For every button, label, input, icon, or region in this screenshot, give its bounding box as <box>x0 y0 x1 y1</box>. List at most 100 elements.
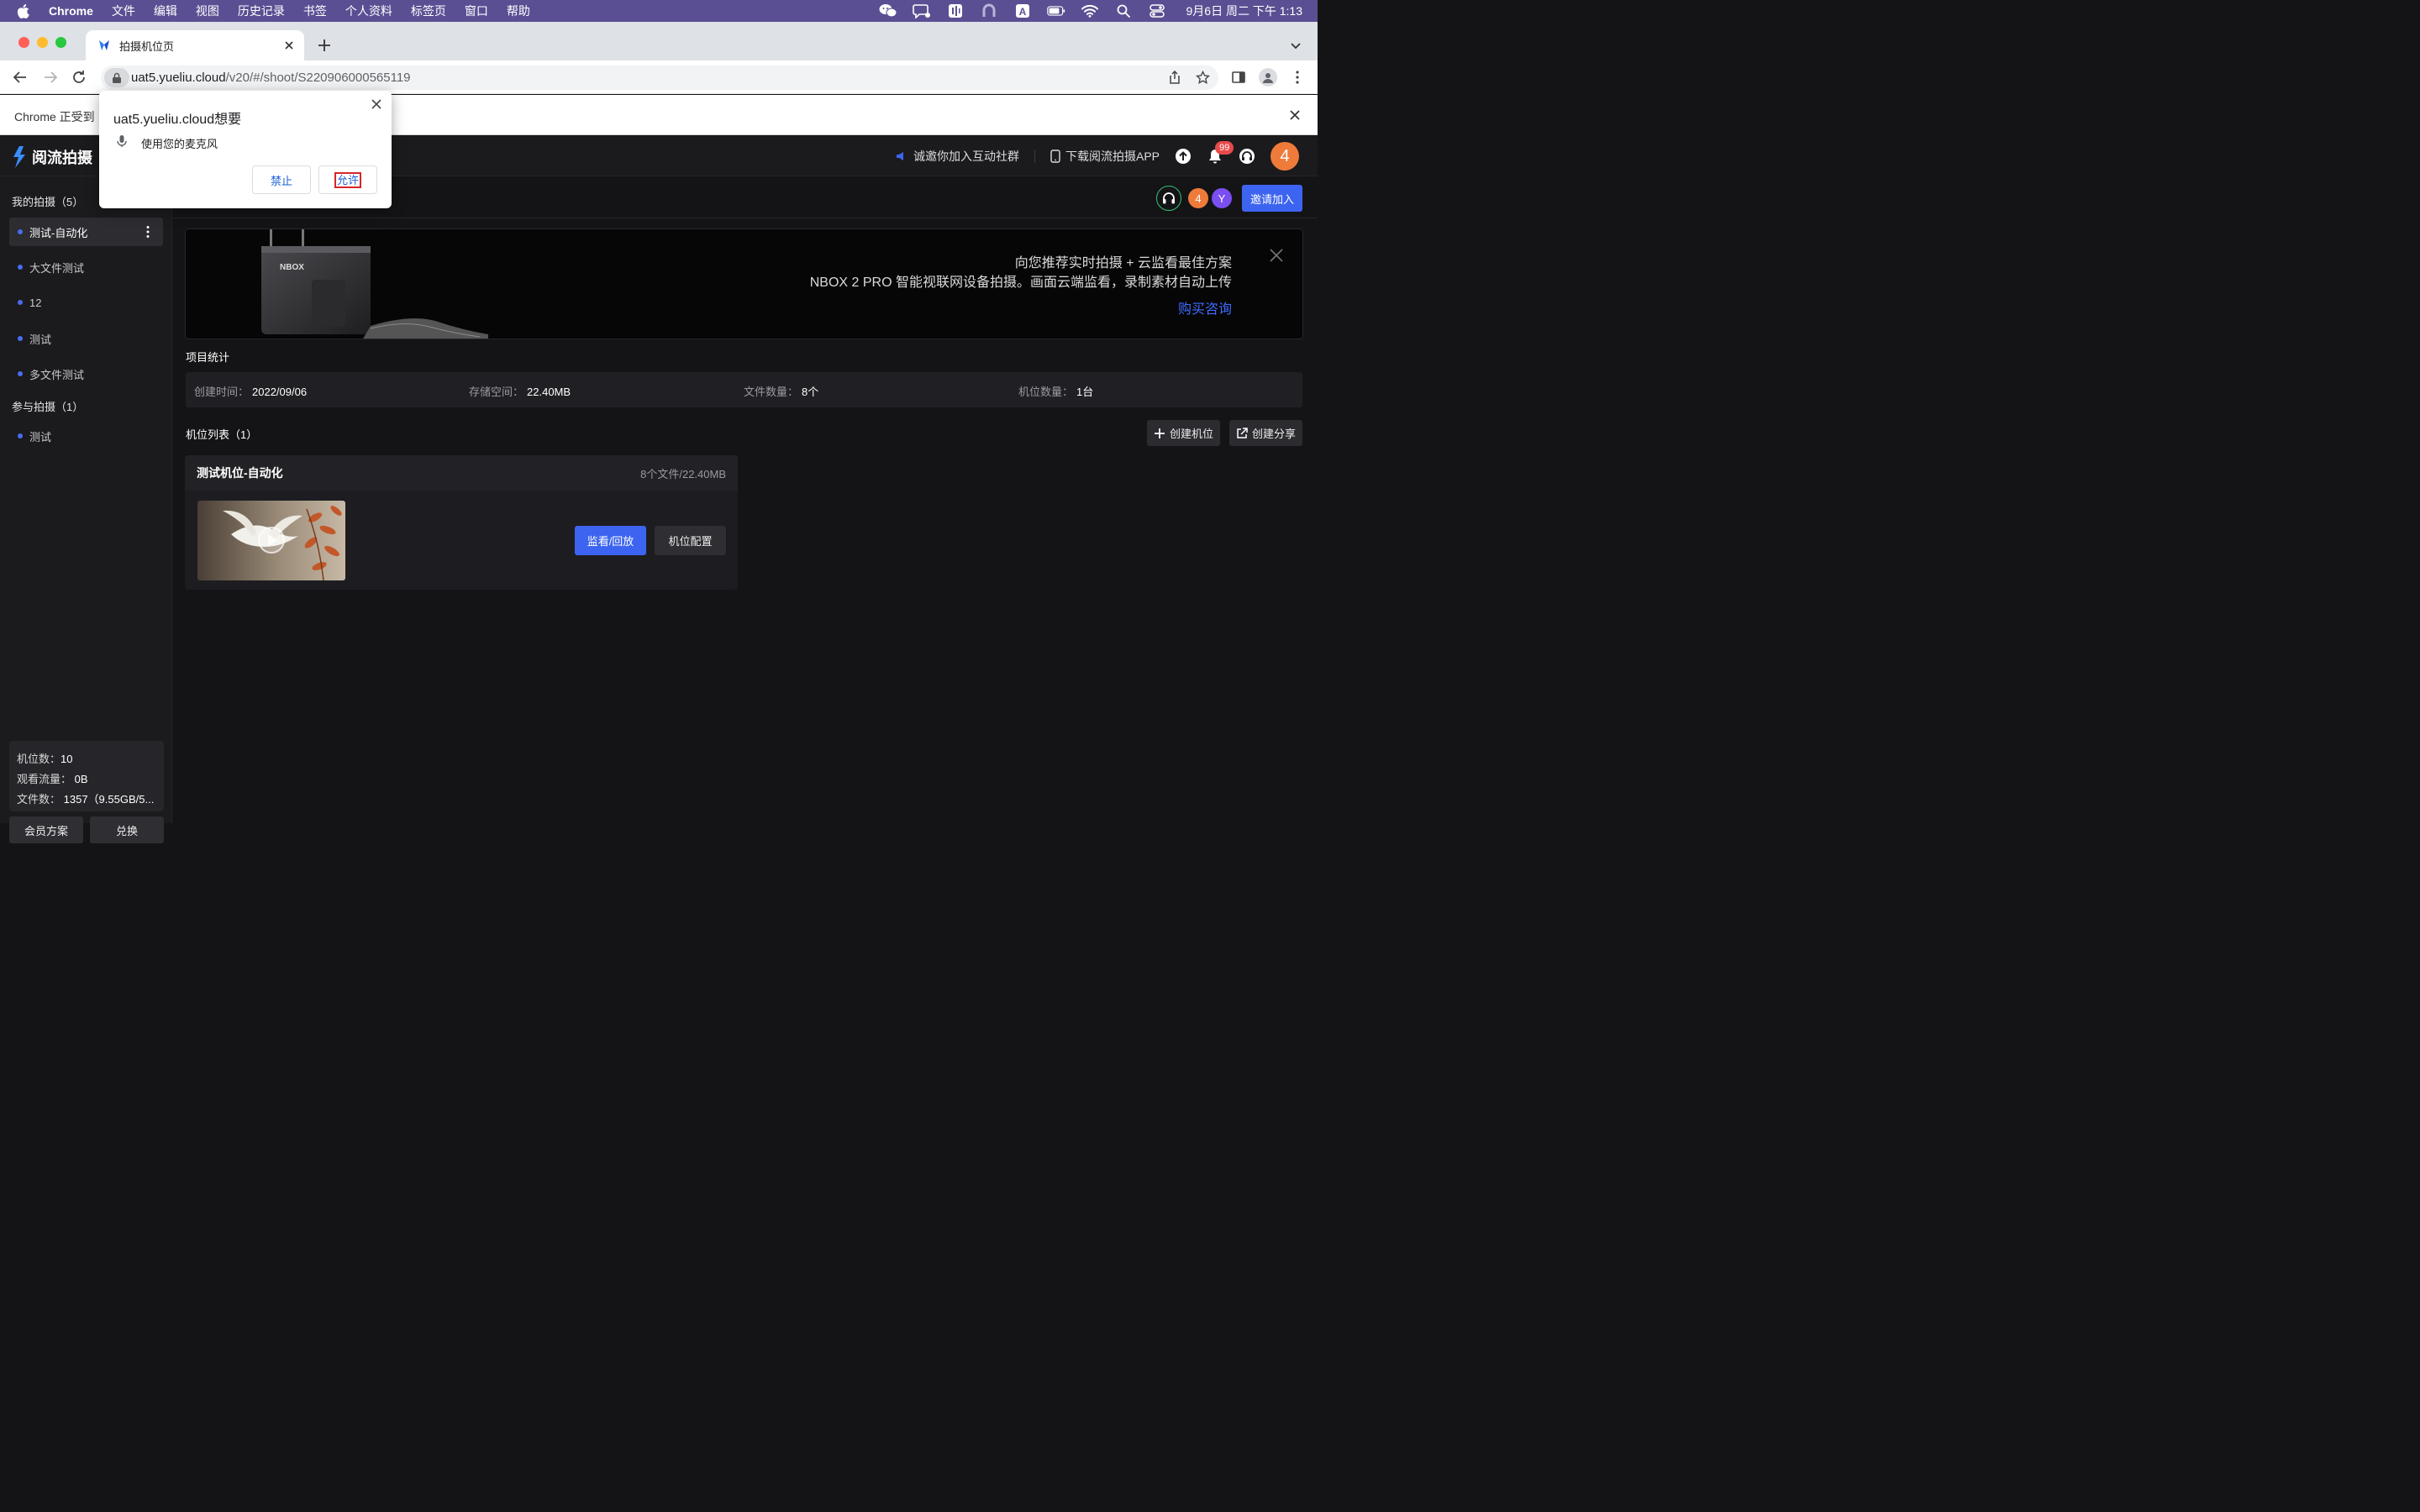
wifi-icon[interactable] <box>1081 3 1099 18</box>
menubar-clock[interactable]: 9月6日 周二 下午 1:13 <box>1186 3 1303 19</box>
buy-consult-link[interactable]: 购买咨询 <box>1178 297 1232 318</box>
window-controls <box>18 37 66 48</box>
share-icon[interactable] <box>1168 71 1181 84</box>
community-promo-link[interactable]: 诚邀你加入互动社群 <box>895 148 1019 165</box>
item-dot <box>18 300 23 305</box>
back-arrow-icon[interactable] <box>12 69 29 86</box>
create-share-button[interactable]: 创建分享 <box>1229 420 1303 446</box>
url-host: uat5.yueliu.cloud <box>131 71 226 85</box>
url-text[interactable]: uat5.yueliu.cloud/v20/#/shoot/S220906000… <box>131 71 411 85</box>
control-center-icon[interactable] <box>1148 3 1166 18</box>
files-stat: 文件数量： 8个 <box>744 383 818 399</box>
menu-profiles[interactable]: 个人资料 <box>345 3 392 19</box>
battery-icon[interactable] <box>1046 3 1065 18</box>
wechat-icon[interactable] <box>879 3 897 18</box>
tab-title: 拍摄机位页 <box>119 39 175 53</box>
monitor-playback-button[interactable]: 监看/回放 <box>575 526 646 555</box>
arc-app-icon[interactable] <box>980 3 998 18</box>
menu-app-name[interactable]: Chrome <box>49 4 93 18</box>
create-camera-label: 创建机位 <box>1170 428 1214 440</box>
cam-count-label: 机位数： <box>17 753 61 765</box>
chat-bubble-icon[interactable] <box>912 3 931 18</box>
more-vertical-icon[interactable] <box>141 225 155 239</box>
audio-app-icon[interactable] <box>946 3 965 18</box>
more-menu-icon[interactable] <box>1289 69 1306 86</box>
microphone-icon <box>116 134 128 148</box>
apple-icon[interactable] <box>17 3 32 18</box>
sidebar-item-multi-file-test[interactable]: 多文件测试 <box>9 360 163 388</box>
banner-description: NBOX 2 PRO 智能视联网设备拍摄。画面云端监看，录制素材自动上传 <box>809 276 1232 290</box>
traffic-row: 观看流量： 0B <box>17 769 156 790</box>
permission-dialog-title: uat5.yueliu.cloud想要 <box>113 113 242 127</box>
spotlight-search-icon[interactable] <box>1114 3 1133 18</box>
external-share-icon <box>1237 427 1248 438</box>
sidebar-item-label: 大文件测试 <box>29 261 85 275</box>
menu-window[interactable]: 窗口 <box>465 3 488 19</box>
microphone-permission-dialog: uat5.yueliu.cloud想要 使用您的麦克风 禁止 允许 <box>99 91 392 208</box>
camera-config-button[interactable]: 机位配置 <box>655 526 726 555</box>
menu-help[interactable]: 帮助 <box>507 3 530 19</box>
web-app: 阅流拍摄 诚邀你加入互动社群 下载阅流拍摄APP 99 4 我的拍摄（5） 测试… <box>0 136 1318 843</box>
menu-view[interactable]: 视图 <box>196 3 219 19</box>
sidebar-item-joined-test[interactable]: 测试 <box>9 422 163 450</box>
create-camera-button[interactable]: 创建机位 <box>1147 420 1221 446</box>
side-panel-icon[interactable] <box>1230 69 1247 86</box>
browser-tab[interactable]: 拍摄机位页 <box>86 30 304 60</box>
menu-bookmarks[interactable]: 书签 <box>303 3 327 19</box>
sidebar-item-test-automation[interactable]: 测试-自动化 <box>9 218 163 246</box>
window-zoom-button[interactable] <box>55 37 66 48</box>
app-logo[interactable]: 阅流拍摄 <box>12 146 92 168</box>
window-minimize-button[interactable] <box>37 37 48 48</box>
reload-icon[interactable] <box>71 69 87 86</box>
sidebar-item-12[interactable]: 12 <box>9 288 163 317</box>
banner-title: 向您推荐实时拍摄 + 云监看最佳方案 <box>1014 256 1232 270</box>
project-stats-title: 项目统计 <box>186 351 230 364</box>
input-method-icon[interactable]: A <box>1013 3 1032 18</box>
address-bar[interactable]: uat5.yueliu.cloud/v20/#/shoot/S220906000… <box>101 66 1218 90</box>
sidebar-item-label: 多文件测试 <box>29 368 85 381</box>
profile-avatar-icon[interactable] <box>1259 68 1277 87</box>
tab-search-chevron-down-icon[interactable] <box>1289 39 1302 52</box>
allow-button[interactable]: 允许 <box>318 165 377 194</box>
collaborator-avatar[interactable]: 4 <box>1187 188 1208 208</box>
lock-icon[interactable] <box>104 68 129 87</box>
sidebar-item-large-file-test[interactable]: 大文件测试 <box>9 253 163 281</box>
redeem-button[interactable]: 兑换 <box>90 816 164 843</box>
bookmark-star-icon[interactable] <box>1196 71 1210 85</box>
support-headset-icon[interactable] <box>1239 148 1255 165</box>
dialog-close-icon[interactable] <box>371 98 382 110</box>
banner-close-icon[interactable] <box>1269 248 1284 263</box>
menu-tabs[interactable]: 标签页 <box>411 3 446 19</box>
notification-bell-icon[interactable]: 99 <box>1207 141 1234 165</box>
forward-arrow-icon[interactable] <box>42 69 59 86</box>
sidebar-item-test[interactable]: 测试 <box>9 324 163 353</box>
item-dot <box>18 336 23 341</box>
play-icon[interactable] <box>257 526 286 554</box>
header-actions: 诚邀你加入互动社群 下载阅流拍摄APP 99 4 <box>895 141 1299 171</box>
download-app-link[interactable]: 下载阅流拍摄APP <box>1050 148 1160 165</box>
headphone-icon[interactable] <box>1155 186 1181 211</box>
item-dot <box>18 265 23 270</box>
membership-plan-button[interactable]: 会员方案 <box>9 816 83 843</box>
window-close-button[interactable] <box>18 37 29 48</box>
sidebar-item-label: 12 <box>29 296 42 309</box>
info-bar-close-icon[interactable] <box>1289 109 1301 121</box>
menu-edit[interactable]: 编辑 <box>154 3 177 19</box>
created-label: 创建时间： <box>194 386 250 398</box>
new-tab-icon[interactable] <box>316 37 333 54</box>
item-dot <box>18 371 23 376</box>
svg-text:A: A <box>1018 6 1026 18</box>
deny-button[interactable]: 禁止 <box>252 165 311 194</box>
storage-label: 存储空间： <box>469 386 524 398</box>
item-dot <box>18 433 23 438</box>
upload-icon[interactable] <box>1175 148 1192 165</box>
menu-history[interactable]: 历史记录 <box>238 3 285 19</box>
user-avatar[interactable]: 4 <box>1270 142 1299 171</box>
collaborator-avatar[interactable]: Y <box>1211 188 1232 208</box>
file-count-row: 文件数： 1357（9.55GB/5... <box>17 790 156 810</box>
tab-close-icon[interactable] <box>282 39 296 52</box>
camera-thumbnail[interactable] <box>197 501 345 580</box>
menu-file[interactable]: 文件 <box>112 3 135 19</box>
download-app-text: 下载阅流拍摄APP <box>1065 150 1160 163</box>
invite-button[interactable]: 邀请加入 <box>1241 185 1302 212</box>
